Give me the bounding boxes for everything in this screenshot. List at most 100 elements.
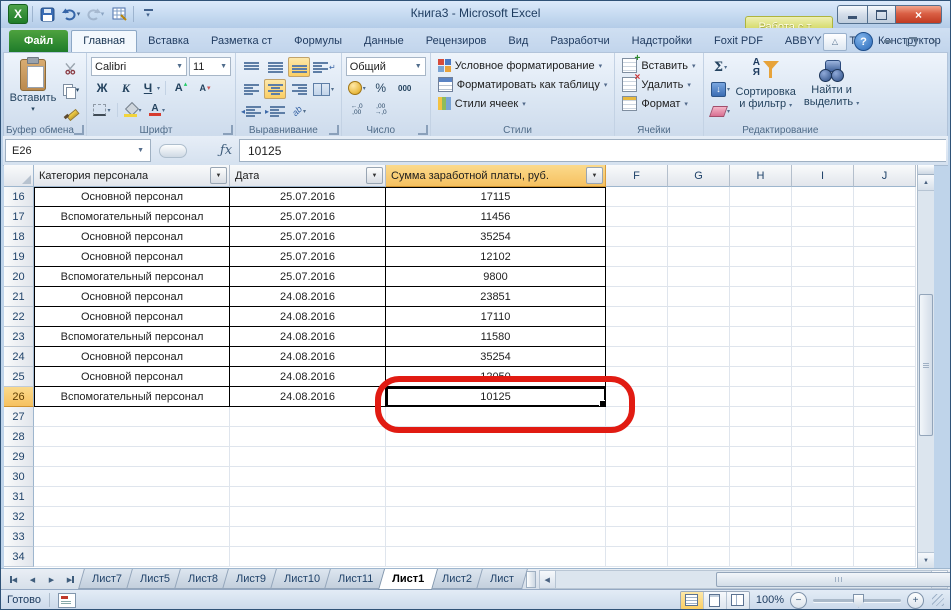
- empty-cell[interactable]: [792, 287, 854, 307]
- empty-cell[interactable]: [668, 207, 730, 227]
- selected-cell-E26[interactable]: 10125: [386, 387, 606, 407]
- column-header-I[interactable]: I: [792, 165, 854, 187]
- row-header-24[interactable]: 24: [4, 347, 34, 367]
- row-header-25[interactable]: 25: [4, 367, 34, 387]
- cell-date[interactable]: 25.07.2016: [230, 187, 386, 207]
- zoom-slider-thumb[interactable]: [853, 594, 864, 608]
- empty-cell[interactable]: [386, 447, 606, 467]
- orientation-button[interactable]: ab▾: [288, 101, 310, 121]
- last-sheet-button[interactable]: ▶: [62, 571, 79, 588]
- empty-cell[interactable]: [34, 547, 230, 567]
- row-header-18[interactable]: 18: [4, 227, 34, 247]
- empty-cell[interactable]: [792, 347, 854, 367]
- empty-cell[interactable]: [854, 527, 916, 547]
- conditional-formatting-button[interactable]: Условное форматирование▾: [435, 56, 611, 75]
- empty-cell[interactable]: [606, 427, 668, 447]
- autosum-button[interactable]: Σ▾: [710, 57, 732, 77]
- minimize-button[interactable]: [837, 5, 868, 24]
- empty-cell[interactable]: [34, 487, 230, 507]
- empty-cell[interactable]: [854, 487, 916, 507]
- empty-cell[interactable]: [792, 327, 854, 347]
- empty-cell[interactable]: [792, 387, 854, 407]
- decrease-indent-button[interactable]: ◂: [240, 101, 262, 121]
- empty-cell[interactable]: [230, 507, 386, 527]
- empty-cell[interactable]: [34, 507, 230, 527]
- cell-category[interactable]: Основной персонал: [34, 367, 230, 387]
- row-header-23[interactable]: 23: [4, 327, 34, 347]
- empty-cell[interactable]: [230, 447, 386, 467]
- row-header-20[interactable]: 20: [4, 267, 34, 287]
- merge-center-button[interactable]: ▾: [312, 79, 335, 99]
- empty-cell[interactable]: [606, 207, 668, 227]
- cell-category[interactable]: Вспомогательный персонал: [34, 207, 230, 227]
- vertical-split-handle[interactable]: [918, 165, 934, 175]
- page-break-view-button[interactable]: [727, 592, 749, 609]
- empty-cell[interactable]: [730, 327, 792, 347]
- empty-cell[interactable]: [730, 247, 792, 267]
- empty-cell[interactable]: [854, 387, 916, 407]
- horizontal-scroll-thumb[interactable]: [716, 572, 951, 587]
- fill-handle[interactable]: [599, 400, 606, 407]
- resize-grip[interactable]: [932, 594, 944, 606]
- format-painter-button[interactable]: [60, 102, 82, 122]
- empty-cell[interactable]: [668, 327, 730, 347]
- close-button[interactable]: ×: [896, 5, 942, 24]
- tab-file[interactable]: Файл: [9, 30, 68, 52]
- empty-cell[interactable]: [606, 387, 668, 407]
- alignment-dialog-launcher[interactable]: [329, 125, 339, 135]
- empty-cell[interactable]: [730, 367, 792, 387]
- zoom-out-button[interactable]: −: [790, 592, 807, 609]
- insert-function-button[interactable]: ƒx: [213, 140, 239, 161]
- empty-cell[interactable]: [230, 547, 386, 567]
- format-as-table-button[interactable]: Форматировать как таблицу▾: [435, 75, 611, 94]
- tab-вставка[interactable]: Вставка: [137, 31, 200, 52]
- format-cells-button[interactable]: Формат▾: [619, 94, 698, 113]
- empty-cell[interactable]: [730, 307, 792, 327]
- row-header-16[interactable]: 16: [4, 187, 34, 207]
- sort-filter-button[interactable]: АЯ Сортировкаи фильтр ▾: [732, 56, 800, 123]
- fill-button[interactable]: ↓▾: [710, 79, 732, 99]
- empty-cell[interactable]: [606, 227, 668, 247]
- cell-sum[interactable]: 35254: [386, 227, 606, 247]
- chevron-down-icon[interactable]: ▼: [176, 63, 183, 70]
- row-header-22[interactable]: 22: [4, 307, 34, 327]
- empty-cell[interactable]: [606, 307, 668, 327]
- empty-cell[interactable]: [854, 227, 916, 247]
- empty-cell[interactable]: [386, 547, 606, 567]
- empty-cell[interactable]: [730, 527, 792, 547]
- empty-cell[interactable]: [668, 187, 730, 207]
- workbook-restore-button[interactable]: [903, 35, 919, 49]
- empty-cell[interactable]: [792, 267, 854, 287]
- align-right-button[interactable]: [288, 79, 310, 99]
- empty-cell[interactable]: [606, 487, 668, 507]
- align-middle-button[interactable]: [264, 57, 286, 77]
- cell-date[interactable]: 24.08.2016: [230, 287, 386, 307]
- table-column-header[interactable]: Сумма заработной платы, руб.▼: [386, 165, 606, 187]
- tab-главная[interactable]: Главная: [71, 30, 137, 52]
- align-left-button[interactable]: [240, 79, 262, 99]
- empty-cell[interactable]: [730, 227, 792, 247]
- paste-dropdown[interactable]: ▾: [31, 105, 35, 113]
- macro-record-icon[interactable]: [58, 593, 76, 608]
- tab-данные[interactable]: Данные: [353, 31, 415, 52]
- empty-cell[interactable]: [730, 547, 792, 567]
- empty-cell[interactable]: [730, 407, 792, 427]
- chevron-down-icon[interactable]: ▼: [415, 63, 422, 70]
- empty-cell[interactable]: [386, 507, 606, 527]
- cell-category[interactable]: Основной персонал: [34, 187, 230, 207]
- empty-cell[interactable]: [854, 307, 916, 327]
- vertical-scroll-thumb[interactable]: [919, 294, 933, 436]
- empty-cell[interactable]: [792, 187, 854, 207]
- empty-cell[interactable]: [668, 487, 730, 507]
- empty-cell[interactable]: [606, 367, 668, 387]
- name-box[interactable]: E26 ▼: [5, 139, 151, 162]
- tab-формулы[interactable]: Формулы: [283, 31, 353, 52]
- empty-cell[interactable]: [792, 507, 854, 527]
- cell-category[interactable]: Вспомогательный персонал: [34, 327, 230, 347]
- empty-cell[interactable]: [606, 407, 668, 427]
- empty-cell[interactable]: [668, 467, 730, 487]
- select-all-corner[interactable]: [4, 165, 34, 187]
- empty-cell[interactable]: [854, 207, 916, 227]
- cell-category[interactable]: Основной персонал: [34, 347, 230, 367]
- empty-cell[interactable]: [668, 227, 730, 247]
